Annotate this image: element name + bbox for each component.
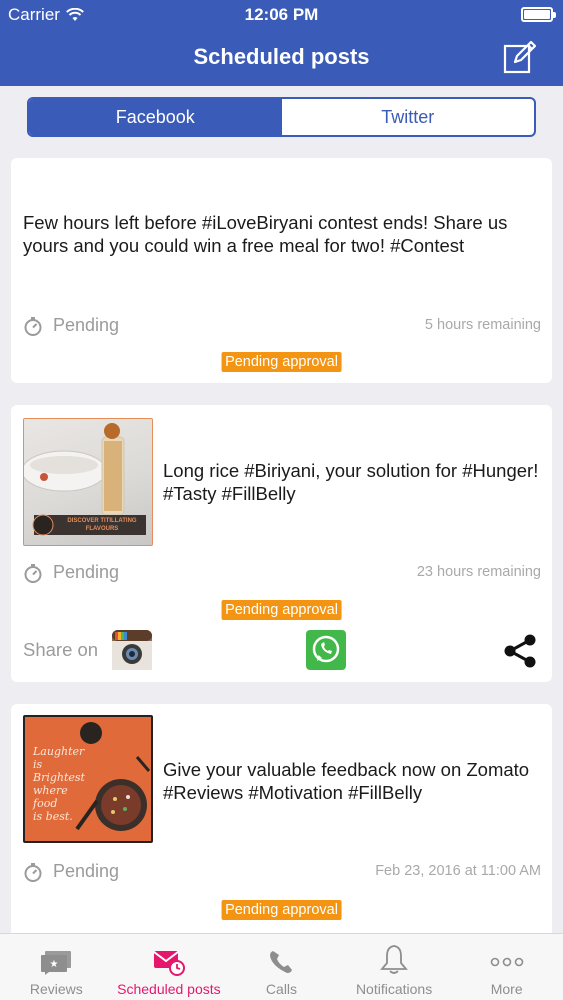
quote-line: Laughter <box>33 745 85 758</box>
svg-text:★: ★ <box>50 959 59 970</box>
post-text: Long rice #Biriyani, your solution for #… <box>163 460 539 504</box>
post-status-row: Pending 5 hours remaining <box>23 315 541 339</box>
tab-reviews[interactable]: ★ Reviews <box>0 934 113 1000</box>
share-row: Share on <box>23 629 540 673</box>
tab-calls[interactable]: Calls <box>225 934 338 1000</box>
quote-line: food <box>33 797 58 810</box>
quote-line: where <box>33 784 68 797</box>
tab-twitter[interactable]: Twitter <box>282 99 535 135</box>
post-image: DISCOVER TITILLATING FLAVOURS <box>23 418 153 546</box>
tab-label: Notifications <box>355 981 433 997</box>
tab-facebook[interactable]: Facebook <box>29 99 282 135</box>
share-label: Share on <box>23 639 99 660</box>
status-label: Pending <box>53 861 120 881</box>
clock: 12:06 PM <box>244 5 319 24</box>
tab-label: Reviews <box>29 981 83 997</box>
tab-label: Scheduled posts <box>117 981 221 997</box>
quote-line: is <box>33 758 43 771</box>
whatsapp-icon[interactable] <box>305 629 347 671</box>
approval-badge: Pending approval <box>221 352 342 372</box>
tab-notifications[interactable]: Notifications <box>338 934 451 1000</box>
page-title: Scheduled posts <box>193 44 370 69</box>
instagram-icon[interactable] <box>111 629 153 671</box>
bottom-tab-bar: ★ Reviews Scheduled posts Calls Notifica… <box>0 933 563 1000</box>
post-status-row: Pending 23 hours remaining <box>23 562 541 586</box>
post-text: Few hours left before #iLoveBiryani cont… <box>23 212 508 256</box>
approval-badge: Pending approval <box>221 900 342 920</box>
bell-icon <box>380 945 408 974</box>
compose-icon[interactable] <box>503 40 537 74</box>
post-text: Give your valuable feedback now on Zomat… <box>163 759 530 803</box>
stopwatch-icon <box>24 316 42 336</box>
post-card[interactable]: Few hours left before #iLoveBiryani cont… <box>11 158 552 383</box>
tab-label: More <box>490 981 523 997</box>
status-bar: Carrier 12:06 PM <box>0 0 563 28</box>
tab-more[interactable]: More <box>450 934 563 1000</box>
share-icon[interactable] <box>502 633 538 669</box>
quote-line: Brightest <box>33 771 85 784</box>
post-card[interactable]: DISCOVER TITILLATING FLAVOURS Long rice … <box>11 405 552 682</box>
stopwatch-icon <box>24 862 42 882</box>
phone-icon <box>270 951 293 973</box>
app-header: Carrier 12:06 PM Scheduled posts <box>0 0 563 86</box>
battery-icon <box>521 7 556 22</box>
status-label: Pending <box>53 315 120 335</box>
post-image: Laughter is Brightest where food is best… <box>23 715 153 843</box>
post-status-row: Pending Feb 23, 2016 at 11:00 AM <box>23 861 541 885</box>
image-caption: DISCOVER TITILLATING FLAVOURS <box>67 518 137 532</box>
quote-line: is best. <box>33 810 73 823</box>
status-label: Pending <box>53 562 120 582</box>
stopwatch-icon <box>24 563 42 583</box>
scheduled-time: Feb 23, 2016 at 11:00 AM <box>375 863 541 879</box>
reviews-icon: ★ <box>41 951 72 975</box>
approval-badge: Pending approval <box>221 600 342 620</box>
image-quote: Laughter is Brightest where food is best… <box>33 745 93 823</box>
scheduled-mail-icon <box>153 951 185 976</box>
time-remaining: 5 hours remaining <box>424 317 541 333</box>
tab-scheduled-posts[interactable]: Scheduled posts <box>113 934 226 1000</box>
tab-label: Calls <box>265 981 298 997</box>
network-segmented-control: Facebook Twitter <box>27 97 536 137</box>
time-remaining: 23 hours remaining <box>416 564 541 580</box>
more-dots-icon <box>490 957 523 967</box>
